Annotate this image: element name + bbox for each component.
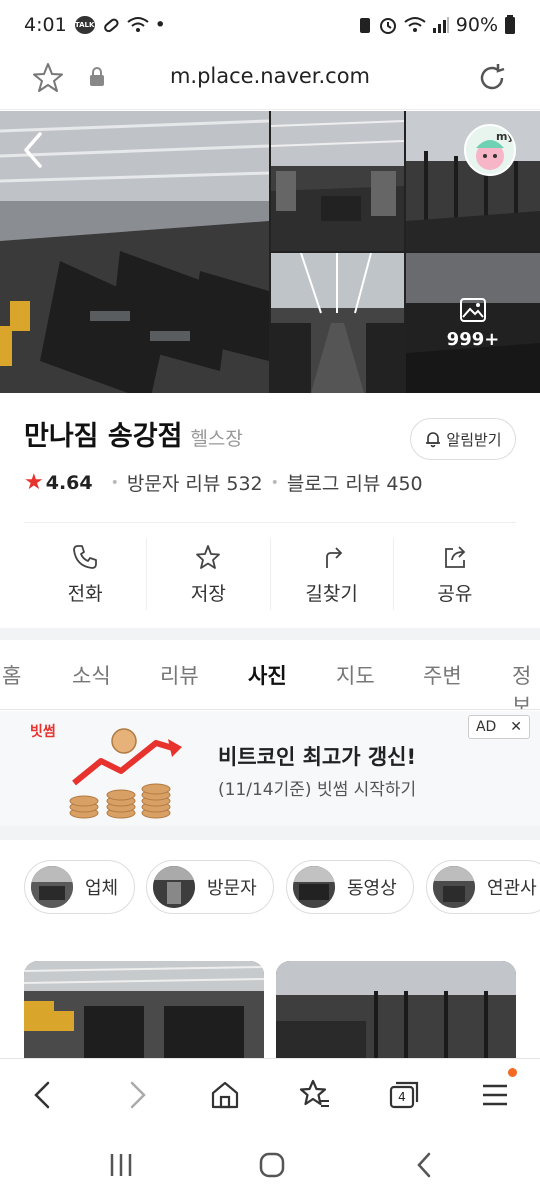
phone-icon xyxy=(73,544,98,569)
chip-label: 연관사 xyxy=(487,878,537,899)
tab-news[interactable]: 소식 xyxy=(72,660,111,690)
recent-apps-icon[interactable] xyxy=(106,1150,136,1180)
clock: 4:01 xyxy=(24,14,67,36)
back-arrow-icon[interactable] xyxy=(18,130,48,170)
battery-icon xyxy=(505,15,515,34)
notification-subscribe-label: 알림받기 xyxy=(446,430,502,449)
call-button[interactable]: 전화 xyxy=(24,538,148,610)
my-profile-avatar[interactable]: my xyxy=(464,124,516,176)
save-button[interactable]: 저장 xyxy=(147,538,271,610)
chip-related[interactable]: 연관사 xyxy=(426,860,540,914)
photo-thumb-3[interactable] xyxy=(271,253,404,393)
share-icon xyxy=(444,545,466,568)
place-category: 헬스장 xyxy=(190,428,243,450)
wifi-calling-icon xyxy=(127,17,149,32)
reload-icon[interactable] xyxy=(474,60,510,96)
divider xyxy=(24,522,516,523)
grid-photo-2[interactable] xyxy=(276,961,516,1061)
url-text[interactable]: m.place.naver.com xyxy=(0,64,540,88)
tab-home[interactable]: 홈 xyxy=(2,660,21,690)
chip-label: 동영상 xyxy=(347,878,397,899)
ad-banner[interactable]: 빗썸 비트코인 최고가 갱신! (11/14기준) 빗썸 시작하기 AD ✕ xyxy=(0,711,540,826)
call-label: 전화 xyxy=(67,582,103,605)
battery-saver-icon xyxy=(359,18,370,33)
tab-reviews[interactable]: 리뷰 xyxy=(160,660,199,690)
android-nav-bar xyxy=(0,1128,540,1200)
back-icon[interactable] xyxy=(26,1077,62,1113)
pill-icon xyxy=(103,18,119,33)
photo-thumb-1[interactable] xyxy=(271,111,404,251)
place-name: 만나짐 송강점 xyxy=(24,421,183,452)
share-button[interactable]: 공유 xyxy=(394,538,516,610)
signal-icon xyxy=(432,17,449,33)
browser-bottom-toolbar: 4 xyxy=(0,1058,540,1128)
chip-business[interactable]: 업체 xyxy=(24,860,136,914)
tabs-button[interactable]: 4 xyxy=(386,1077,422,1113)
bell-plus-icon xyxy=(426,432,441,448)
rating-star-icon: ★ xyxy=(24,470,44,495)
ad-tag: AD ✕ xyxy=(468,715,530,739)
back-button-icon[interactable] xyxy=(410,1150,440,1180)
section-separator xyxy=(0,826,540,840)
directions-label: 길찾기 xyxy=(305,582,358,605)
status-bar: 4:01 TALK • 90% xyxy=(0,0,540,50)
action-bar: 전화 저장 길찾기 공유 xyxy=(24,538,516,610)
place-header: 만나짐 송강점 헬스장 xyxy=(24,414,243,453)
tab-info[interactable]: 정보 xyxy=(512,660,540,709)
chip-thumbnail xyxy=(293,866,335,908)
menu-notification-dot xyxy=(508,1068,517,1077)
share-label: 공유 xyxy=(437,582,473,605)
photo-filter-chips: 업체 방문자 동영상 연관사 xyxy=(24,860,540,914)
chip-visitor[interactable]: 방문자 xyxy=(146,860,274,914)
wifi-icon xyxy=(404,17,426,32)
photo-count: 999+ xyxy=(446,328,500,350)
chip-thumbnail xyxy=(31,866,73,908)
ad-subtitle: (11/14기준) 빗썸 시작하기 xyxy=(218,780,417,800)
blog-reviews-link[interactable]: 블로그 리뷰 450 xyxy=(287,469,423,496)
star-icon xyxy=(196,544,221,569)
chip-label: 방문자 xyxy=(207,878,257,899)
tab-map[interactable]: 지도 xyxy=(336,660,375,690)
ad-label: AD xyxy=(475,719,497,735)
tab-nearby[interactable]: 주변 xyxy=(423,660,462,690)
more-photos-overlay[interactable]: 999+ xyxy=(406,253,540,393)
chip-thumbnail xyxy=(153,866,195,908)
section-separator xyxy=(0,628,540,640)
directions-button[interactable]: 길찾기 xyxy=(271,538,394,610)
tab-photos[interactable]: 사진 xyxy=(248,660,287,690)
rising-chart-coins-icon xyxy=(69,728,182,819)
forward-icon[interactable] xyxy=(118,1077,154,1113)
notification-dot: • xyxy=(154,14,166,36)
grid-photo-1[interactable] xyxy=(24,961,264,1061)
rating-row: ★ 4.64 • 방문자 리뷰 532 • 블로그 리뷰 450 xyxy=(24,469,423,496)
notification-subscribe-button[interactable]: 알림받기 xyxy=(410,418,516,460)
chip-thumbnail xyxy=(433,866,475,908)
visitor-reviews-link[interactable]: 방문자 리뷰 532 xyxy=(127,469,263,496)
image-icon xyxy=(460,297,486,322)
home-icon[interactable] xyxy=(207,1077,243,1113)
battery-percent: 90% xyxy=(455,14,498,36)
browser-url-bar: m.place.naver.com xyxy=(0,50,540,110)
save-label: 저장 xyxy=(190,582,226,605)
chip-label: 업체 xyxy=(85,878,119,899)
home-button-icon[interactable] xyxy=(257,1150,287,1180)
rating-score: 4.64 xyxy=(45,471,93,494)
ad-brand: 빗썸 xyxy=(30,724,56,740)
chip-video[interactable]: 동영상 xyxy=(286,860,414,914)
talk-notification-icon: TALK xyxy=(74,16,95,34)
tab-count: 4 xyxy=(398,1090,406,1104)
tab-bar: 홈 소식 리뷰 사진 지도 주변 정보 xyxy=(0,640,540,710)
menu-icon[interactable] xyxy=(477,1077,513,1113)
bookmarks-icon[interactable] xyxy=(297,1077,333,1113)
ad-close-icon[interactable]: ✕ xyxy=(510,719,522,735)
alarm-icon xyxy=(379,18,396,34)
ad-headline: 비트코인 최고가 갱신! xyxy=(218,745,417,769)
directions-icon xyxy=(325,546,342,568)
